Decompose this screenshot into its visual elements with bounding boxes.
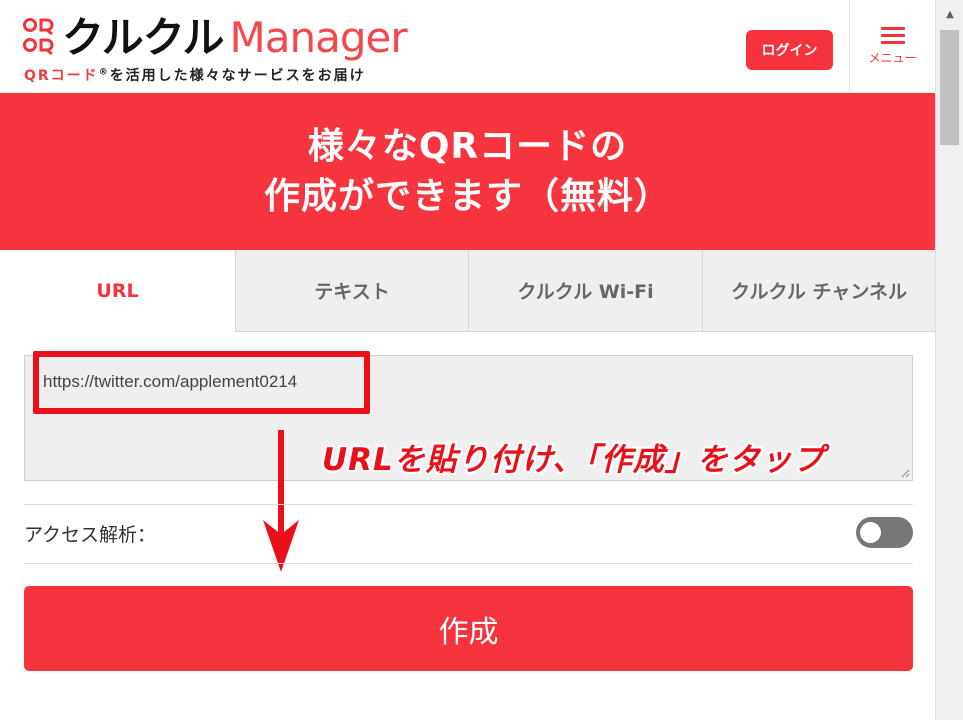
url-highlight-box xyxy=(33,351,370,414)
tagline-mark: ® xyxy=(98,67,110,78)
vertical-scrollbar[interactable]: ▲ xyxy=(935,0,963,720)
instruction-annotation: URLを貼り付け、「作成」をタップ xyxy=(322,442,825,478)
toggle-knob xyxy=(860,522,881,543)
tagline-rest: を活用した様々なサービスをお届け xyxy=(109,68,366,84)
resize-grip-icon[interactable] xyxy=(900,468,910,478)
tab-wifi[interactable]: クルクル Wi-Fi xyxy=(468,250,702,332)
logo-tagline: QRコード®を活用した様々なサービスをお届け xyxy=(24,65,366,85)
tagline-prefix: QRコード xyxy=(24,68,99,84)
page: クルクル Manager QRコード®を活用した様々なサービスをお届け ログイン … xyxy=(0,0,935,720)
qr-logo-icon xyxy=(23,18,54,56)
hamburger-icon xyxy=(880,27,905,45)
tab-url[interactable]: URL xyxy=(0,250,235,332)
qr-type-tabs: URL テキスト クルクル Wi-Fi クルクル チャンネル xyxy=(0,250,935,332)
hero-line-1: 様々なQRコードの xyxy=(307,125,628,167)
tab-text[interactable]: テキスト xyxy=(235,250,468,332)
site-logo[interactable]: クルクル Manager QRコード®を活用した様々なサービスをお届け xyxy=(22,12,452,84)
create-button[interactable]: 作成 xyxy=(24,586,913,671)
access-analysis-toggle[interactable] xyxy=(856,517,913,548)
hero-line-2: 作成ができます（無料） xyxy=(263,175,671,217)
logo-manager: Manager xyxy=(229,13,407,62)
login-button[interactable]: ログイン xyxy=(746,30,833,70)
menu-label: メニュー xyxy=(868,51,917,65)
access-analysis-label: アクセス解析： xyxy=(24,524,157,546)
hero-banner: 様々なQRコードの 作成ができます（無料） xyxy=(0,93,935,250)
scroll-up-icon[interactable]: ▲ xyxy=(936,0,963,28)
tab-channel[interactable]: クルクル チャンネル xyxy=(702,250,935,332)
scroll-thumb[interactable] xyxy=(940,30,959,145)
menu-button[interactable]: メニュー xyxy=(849,0,935,93)
down-arrow-icon xyxy=(263,430,299,572)
divider-top xyxy=(24,504,913,505)
logo-name: クルクル xyxy=(62,13,224,62)
divider-bottom xyxy=(24,563,913,564)
site-header: クルクル Manager QRコード®を活用した様々なサービスをお届け ログイン … xyxy=(0,0,935,93)
